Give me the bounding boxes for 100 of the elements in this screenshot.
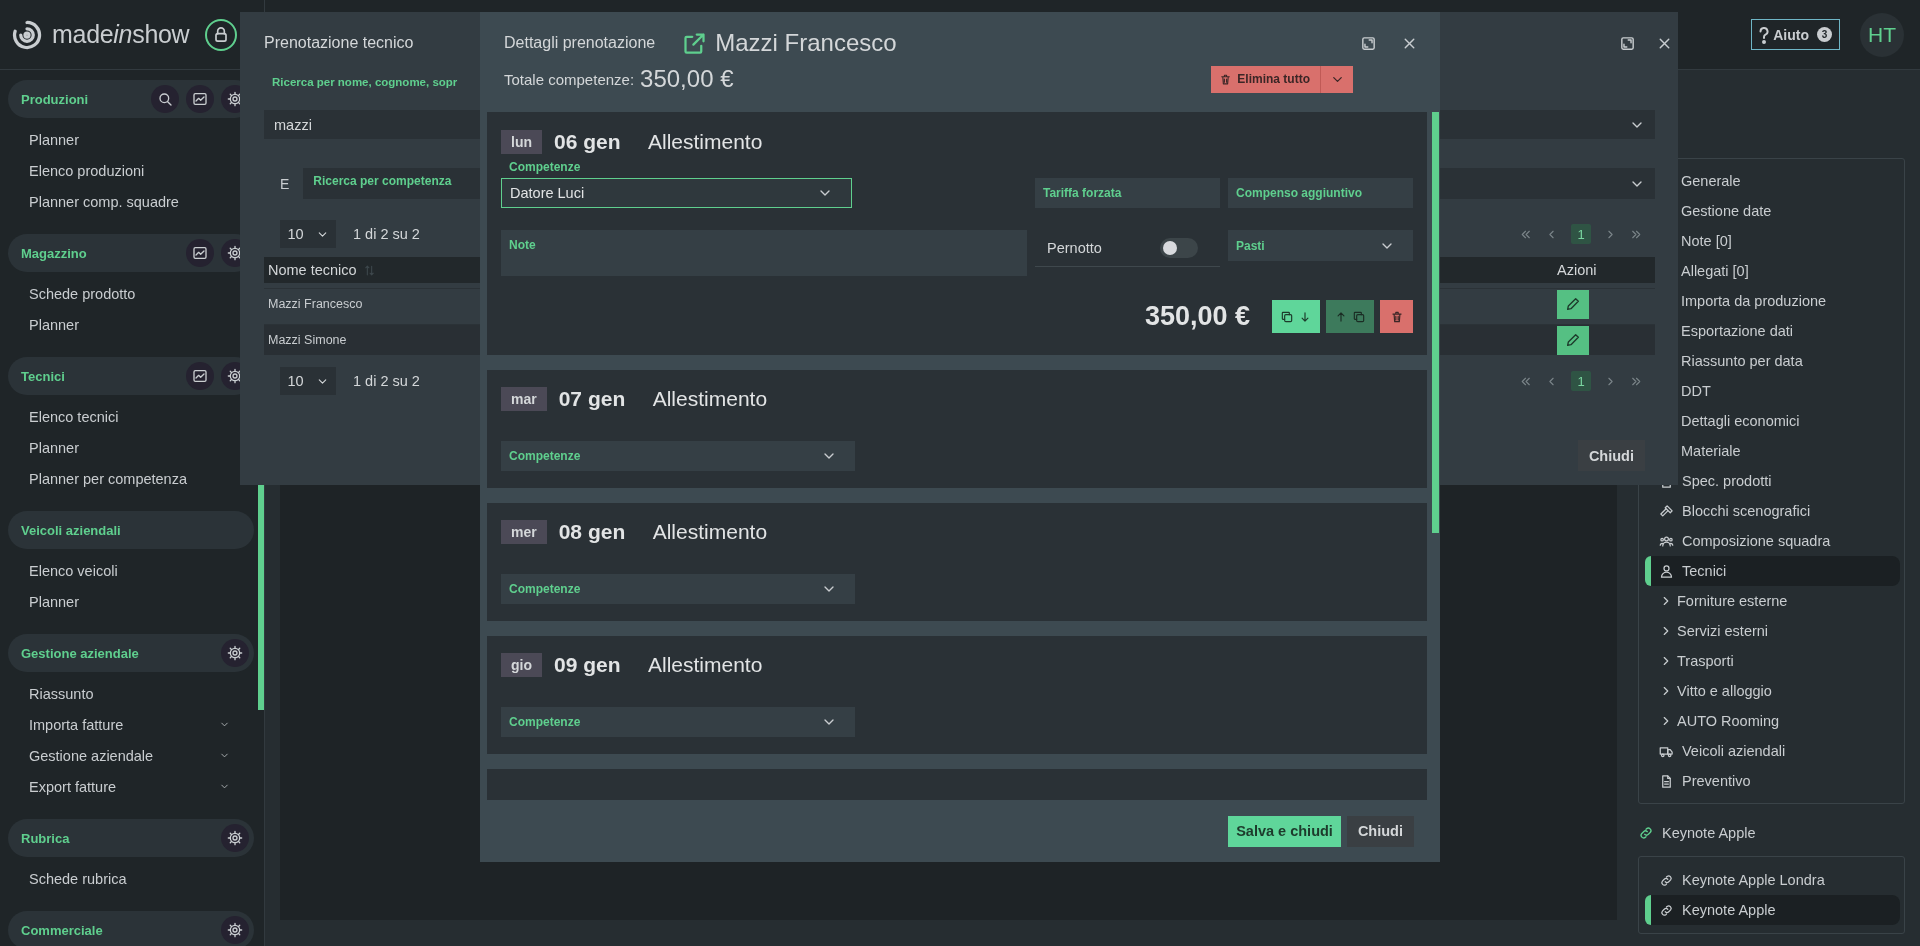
chart-icon [192,91,208,107]
delete-button[interactable] [1380,300,1413,333]
nav-item[interactable]: Blocchi scenografici [1645,496,1900,526]
section-title[interactable]: Produzioni [21,91,89,107]
field-label: Competenze [508,160,582,176]
weekday-badge: lun [501,130,542,154]
settings-icon [227,830,243,846]
nav-item[interactable]: Trasporti [1645,646,1900,676]
activity-name: Allestimento [648,653,763,677]
extra-pay-field[interactable]: Compenso aggiuntivo [1228,178,1413,208]
pencil-icon [1565,296,1581,312]
edit-button[interactable] [1557,325,1589,355]
dialog-title: Prenotazione tecnico [264,34,414,52]
user-avatar[interactable]: HT [1860,12,1904,57]
section-title[interactable]: Gestione aziendale [21,645,139,661]
trash-icon [1219,72,1233,86]
trash-icon [1389,309,1404,324]
document-icon [1659,773,1674,789]
menu-item[interactable]: Gestione aziendale [0,740,254,771]
column-header[interactable]: Nome tecnico [268,262,357,278]
link-icon [1659,902,1674,918]
day-amount: 350,00 € [1144,301,1250,332]
operator-label: E [280,175,290,192]
page-button[interactable]: 1 [1571,224,1591,244]
section-header[interactable]: Commerciale [8,911,254,946]
dialog-title: Dettagli prenotazione [504,34,656,52]
skill-select[interactable]: Datore Luci [501,178,852,208]
copy-up-button[interactable] [1326,300,1374,333]
section-title[interactable]: Magazzino [21,245,87,261]
skill-select[interactable]: Competenze [501,441,855,471]
activity-name: Allestimento [652,520,768,544]
nav-item[interactable]: AUTO Rooming [1645,706,1900,736]
skill-select[interactable]: Competenze [501,574,855,604]
toggle-label: Pernotto [1047,240,1102,256]
settings-icon [227,91,243,107]
day-date: 07 gen [558,387,627,411]
tool-button[interactable] [221,824,249,852]
menu-item[interactable]: Planner [0,586,254,617]
section-title[interactable]: Commerciale [21,922,103,938]
lock-button[interactable] [205,18,238,51]
section-header[interactable]: Rubrica [8,819,254,857]
nav-item[interactable]: Servizi esterni [1645,616,1900,646]
related-item[interactable]: Keynote Apple [1645,895,1900,925]
total-value: 350,00 € [640,65,734,93]
weekday-badge: mer [501,520,547,544]
close-button[interactable]: Chiudi [1346,815,1414,847]
expand-icon[interactable] [1360,34,1377,52]
section-header[interactable]: Gestione aziendale [8,634,254,672]
nav-item[interactable]: Tecnici [1645,556,1900,586]
rate-field[interactable]: Tariffa forzata [1035,178,1220,208]
meals-select[interactable]: Pasti [1228,230,1413,261]
skill-select[interactable]: Competenze [501,707,855,737]
page-size-select[interactable]: 10 [280,367,336,395]
edit-button[interactable] [1557,289,1589,319]
close-button[interactable]: Chiudi [1577,440,1645,471]
page-info: 1 di 2 su 2 [353,226,420,242]
tool-button[interactable] [186,362,214,390]
section-title[interactable]: Tecnici [21,368,65,384]
copy-down-button[interactable] [1272,300,1320,333]
logo-text[interactable]: madeinshow [52,20,190,49]
section-header[interactable]: Veicoli aziendali [8,511,254,549]
tool-button[interactable] [151,85,179,113]
nav-item[interactable]: Veicoli aziendali [1645,736,1900,766]
count-badge: 3 [1817,27,1832,42]
nav-item[interactable]: Forniture esterne [1645,586,1900,616]
link-icon [1659,872,1674,888]
project-link[interactable]: Keynote Apple [1638,822,1905,844]
save-button[interactable]: Salva e chiudi [1228,815,1341,847]
nav-item[interactable]: Composizione squadra [1645,526,1900,556]
menu-item[interactable]: Elenco veicoli [0,555,254,586]
help-button[interactable]: Aiuto 3 [1751,19,1840,50]
section-title[interactable]: Rubrica [21,830,70,846]
delete-all-button[interactable]: Elimina tutto [1211,65,1353,93]
table-cell: Mazzi Francesco [268,297,363,311]
tool-button[interactable] [221,916,249,944]
overnight-toggle[interactable] [1160,238,1198,258]
menu-item[interactable]: Importa fatture [0,709,254,740]
menu-item[interactable]: Schede rubrica [0,863,254,894]
activity-name: Allestimento [648,130,763,154]
link-icon [1638,825,1654,841]
settings-icon [227,368,243,384]
related-item[interactable]: Keynote Apple Londra [1645,865,1900,895]
tool-button[interactable] [221,639,249,667]
column-header: Azioni [1557,262,1598,278]
nav-item[interactable]: Preventivo [1645,766,1900,796]
tool-button[interactable] [186,85,214,113]
search-icon [157,91,173,107]
logo-icon[interactable] [12,19,42,50]
question-icon [1759,25,1770,44]
page-info: 1 di 2 su 2 [353,373,420,389]
section-title[interactable]: Veicoli aziendali [21,522,121,538]
page-size-select[interactable]: 10 [280,220,336,248]
tool-button[interactable] [186,239,214,267]
menu-item[interactable]: Riassunto [0,678,254,709]
note-field[interactable]: Note [501,230,1027,276]
expand-icon[interactable] [1619,34,1636,52]
page-button[interactable]: 1 [1571,371,1591,391]
scrollbar[interactable] [1432,112,1439,533]
menu-item[interactable]: Export fatture [0,771,254,802]
nav-item[interactable]: Vitto e alloggio [1645,676,1900,706]
